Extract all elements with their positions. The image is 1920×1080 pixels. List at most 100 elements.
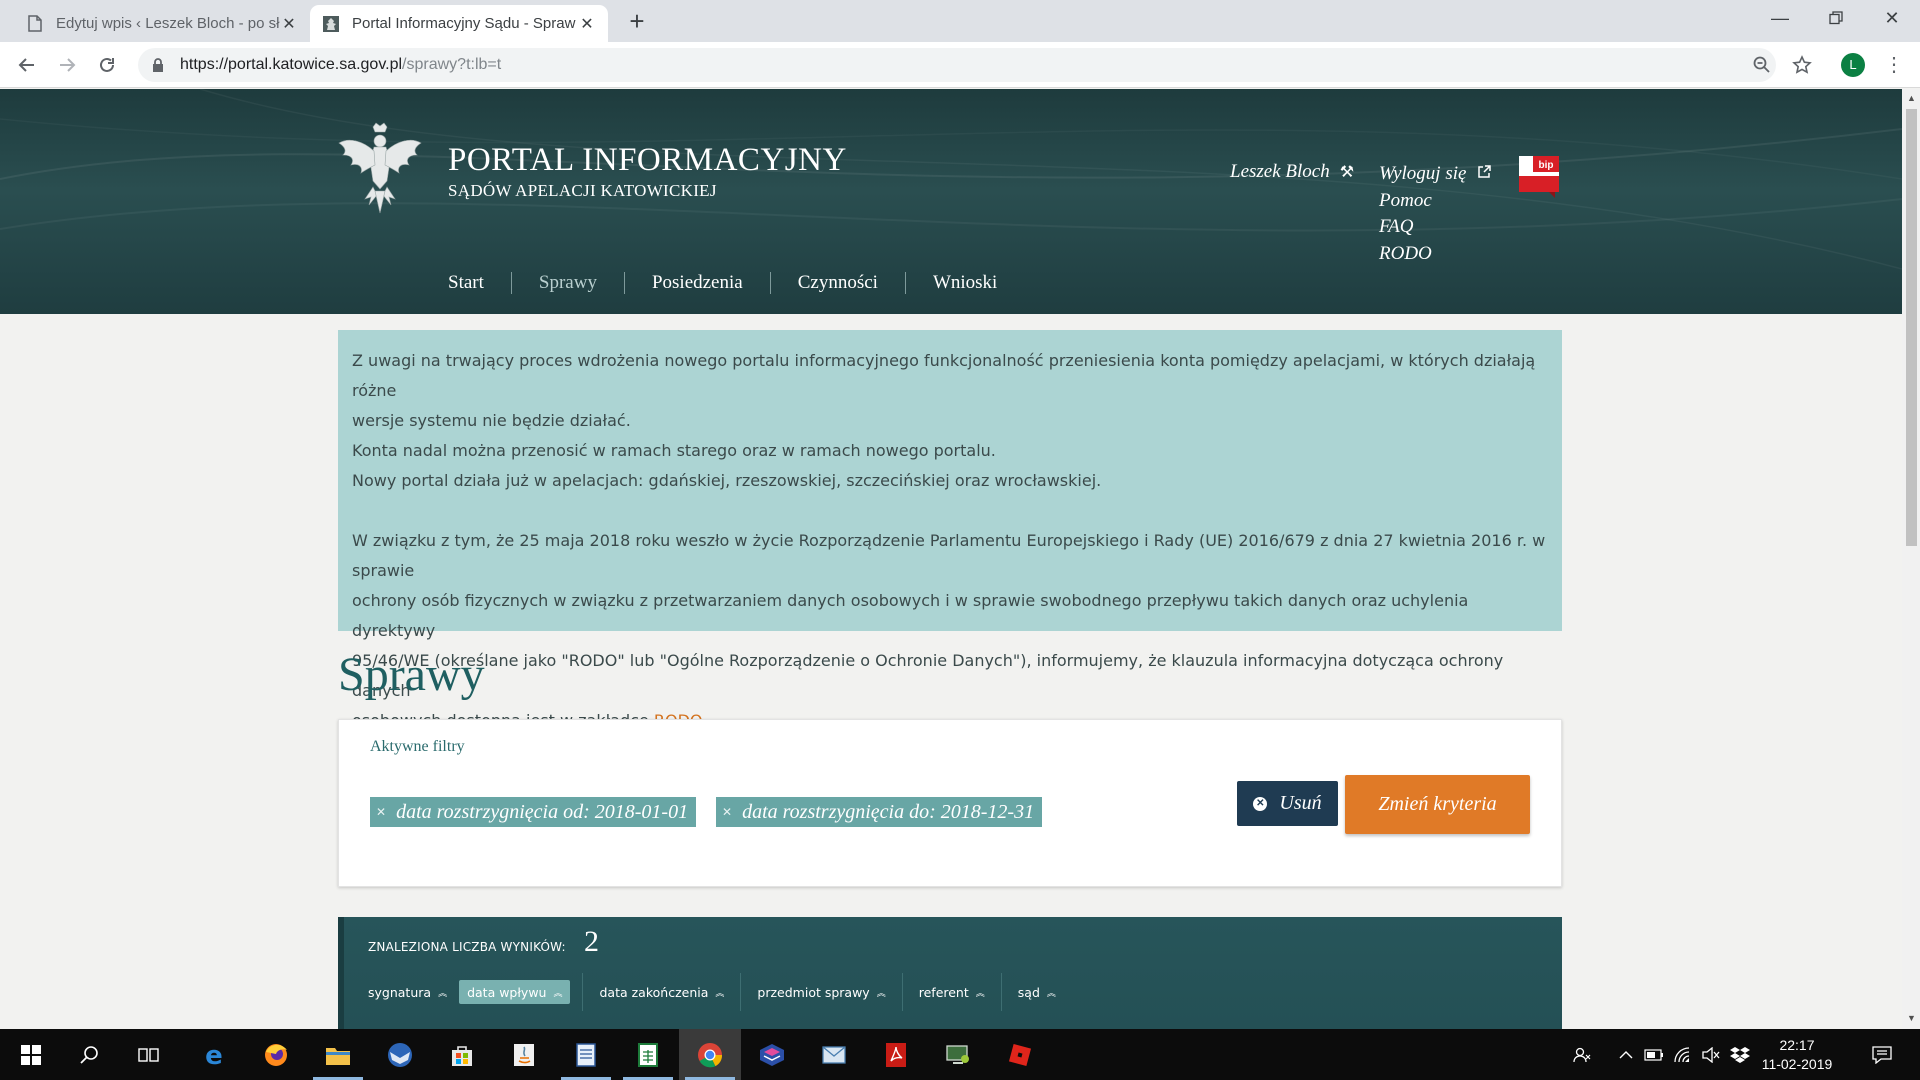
filter-chip[interactable]: ✕ data rozstrzygnięcia do: 2018-12-31 [716,797,1043,827]
windows-taskbar: e 22:17 11-02-2019 [0,1029,1920,1080]
notepad-icon[interactable] [555,1029,617,1080]
logout-link[interactable]: Wyloguj się [1379,161,1492,188]
new-tab-button[interactable]: + [623,8,651,36]
clock-date: 11-02-2019 [1761,1056,1833,1072]
sort-przedmiot-sprawy[interactable]: przedmiot sprawy ︽ [749,980,893,1004]
task-view-icon[interactable] [118,1029,180,1080]
battery-icon[interactable] [1641,1029,1667,1080]
sort-label: sygnatura [368,984,432,1000]
top-links: Wyloguj się Pomoc FAQ RODO [1379,161,1492,268]
back-button[interactable] [12,50,42,80]
notice-line: Konta nadal można przenosić w ramach sta… [352,441,996,460]
sort-label: data zakończenia [599,984,709,1000]
remote-desktop-icon[interactable] [927,1029,989,1080]
browser-tab-portal[interactable]: Portal Informacyjny Sądu - Spraw ✕ [310,5,608,42]
volume-muted-icon[interactable] [1698,1029,1724,1080]
close-tab-icon[interactable]: ✕ [280,14,298,34]
nav-posiedzenia[interactable]: Posiedzenia [625,272,770,294]
portal-subtitle: SĄDÓW APELACJI KATOWICKIEJ [448,181,717,200]
search-icon[interactable] [58,1029,120,1080]
java-icon[interactable] [493,1029,555,1080]
remove-filter-icon[interactable]: ✕ [722,805,732,820]
forward-button[interactable] [52,50,82,80]
edge-icon[interactable]: e [183,1029,245,1080]
nav-czynnosci[interactable]: Czynności [771,272,905,294]
scroll-up-icon[interactable]: ▲ [1907,93,1916,103]
nav-wnioski[interactable]: Wnioski [906,272,1024,294]
file-explorer-icon[interactable] [307,1029,369,1080]
notice-line: Nowy portal działa już w apelacjach: gda… [352,471,1102,490]
back-arrow-icon [18,58,34,72]
browser-tab-strip: Edytuj wpis ‹ Leszek Bloch - po sł ✕ Por… [0,0,1920,42]
close-tab-icon[interactable]: ✕ [578,14,596,34]
sort-data-wplywu[interactable]: data wpływu ︽ [459,980,571,1004]
system-clock[interactable]: 22:17 11-02-2019 [1757,1036,1837,1074]
rodo-link[interactable]: RODO [1379,241,1491,268]
notice-line: wersje systemu nie będzie działać. [352,411,631,430]
page-viewport: PORTAL INFORMACYJNY SĄDÓW APELACJI KATOW… [0,89,1902,1029]
start-button[interactable] [0,1029,62,1080]
filter-chip[interactable]: ✕ data rozstrzygnięcia od: 2018-01-01 [370,797,697,827]
profile-avatar[interactable]: L [1841,53,1865,77]
mail-app-icon[interactable] [803,1029,865,1080]
sort-bar: sygnatura ︽ data wpływu ︽ data zakończenia… [368,973,1064,1011]
notice-line: W związku z tym, że 25 maja 2018 roku we… [352,531,1546,580]
chevron-up-icon: ︽ [553,988,563,999]
sort-sygnatura[interactable]: sygnatura ︽ [368,980,455,1004]
dropbox-icon[interactable] [1727,1029,1753,1080]
spreadsheet-icon[interactable] [617,1029,679,1080]
faq-link[interactable]: FAQ [1379,214,1491,241]
address-bar[interactable]: https://portal.katowice.sa.gov.pl/sprawy… [138,48,1776,82]
network-app-icon[interactable] [741,1029,803,1080]
minimize-button[interactable]: — [1752,0,1808,36]
court-emblem-icon [322,15,340,33]
mail-eagle-icon[interactable] [369,1029,431,1080]
user-account-link[interactable]: Leszek Bloch ⚒ [1230,161,1354,183]
store-icon[interactable] [431,1029,493,1080]
forward-arrow-icon [60,58,76,72]
help-link[interactable]: Pomoc [1379,188,1491,215]
remove-filter-icon[interactable]: ✕ [376,805,386,820]
scrollbar-thumb[interactable] [1906,109,1917,546]
sort-sad[interactable]: sąd ︽ [1010,980,1064,1004]
notice-line: ochrony osób fizycznych w związku z prze… [352,591,1469,640]
wifi-icon[interactable] [1670,1029,1696,1080]
main-navigation: Start Sprawy Posiedzenia Czynności Wnios… [448,272,1024,294]
chevron-up-icon: ︽ [876,988,886,999]
notice-line: Z uwagi na trwający proces wdrożenia now… [352,351,1536,400]
nav-sprawy[interactable]: Sprawy [512,272,624,294]
svg-text:e: e [205,1042,223,1068]
sort-label: przedmiot sprawy [757,984,870,1000]
user-name: Leszek Bloch [1230,161,1330,182]
sort-label: referent [918,984,969,1000]
bip-logo[interactable]: bip [1519,156,1559,198]
tray-chevron-up-icon[interactable] [1613,1029,1639,1080]
logout-label: Wyloguj się [1379,163,1467,185]
zoom-icon[interactable] [1747,50,1777,80]
chevron-up-icon: ︽ [715,988,725,999]
bookmark-star-icon[interactable] [1787,50,1817,80]
restore-button[interactable] [1808,0,1864,36]
chrome-icon[interactable] [679,1029,741,1080]
portal-title[interactable]: PORTAL INFORMACYJNY [448,142,847,179]
close-window-button[interactable]: ✕ [1864,0,1920,36]
firefox-icon[interactable] [245,1029,307,1080]
sort-data-zakonczenia[interactable]: data zakończenia ︽ [591,980,732,1004]
reload-button[interactable] [92,50,122,80]
chevron-up-icon: ︽ [1046,988,1056,999]
scroll-down-icon[interactable]: ▼ [1907,1013,1916,1023]
nav-start[interactable]: Start [448,272,511,294]
action-center-icon[interactable] [1865,1029,1899,1080]
change-criteria-button[interactable]: Zmień kryteria [1345,775,1530,834]
acrobat-icon[interactable] [865,1029,927,1080]
sort-referent[interactable]: referent ︽ [911,980,993,1004]
active-filters-panel: Aktywne filtry ✕ data rozstrzygnięcia od… [338,719,1562,887]
browser-menu-icon[interactable]: ⋮ [1884,53,1904,77]
browser-tab-edit-post[interactable]: Edytuj wpis ‹ Leszek Bloch - po sł ✕ [14,5,310,42]
sort-label: data wpływu [467,984,547,1000]
red-app-icon[interactable] [989,1029,1051,1080]
people-icon[interactable] [1568,1029,1596,1080]
page-scrollbar[interactable]: ▲ ▼ [1902,89,1920,1029]
results-count-label: ZNALEZIONA LICZBA WYNIKÓW: [368,940,566,954]
remove-filters-button[interactable]: ✕ Usuń [1237,781,1338,826]
